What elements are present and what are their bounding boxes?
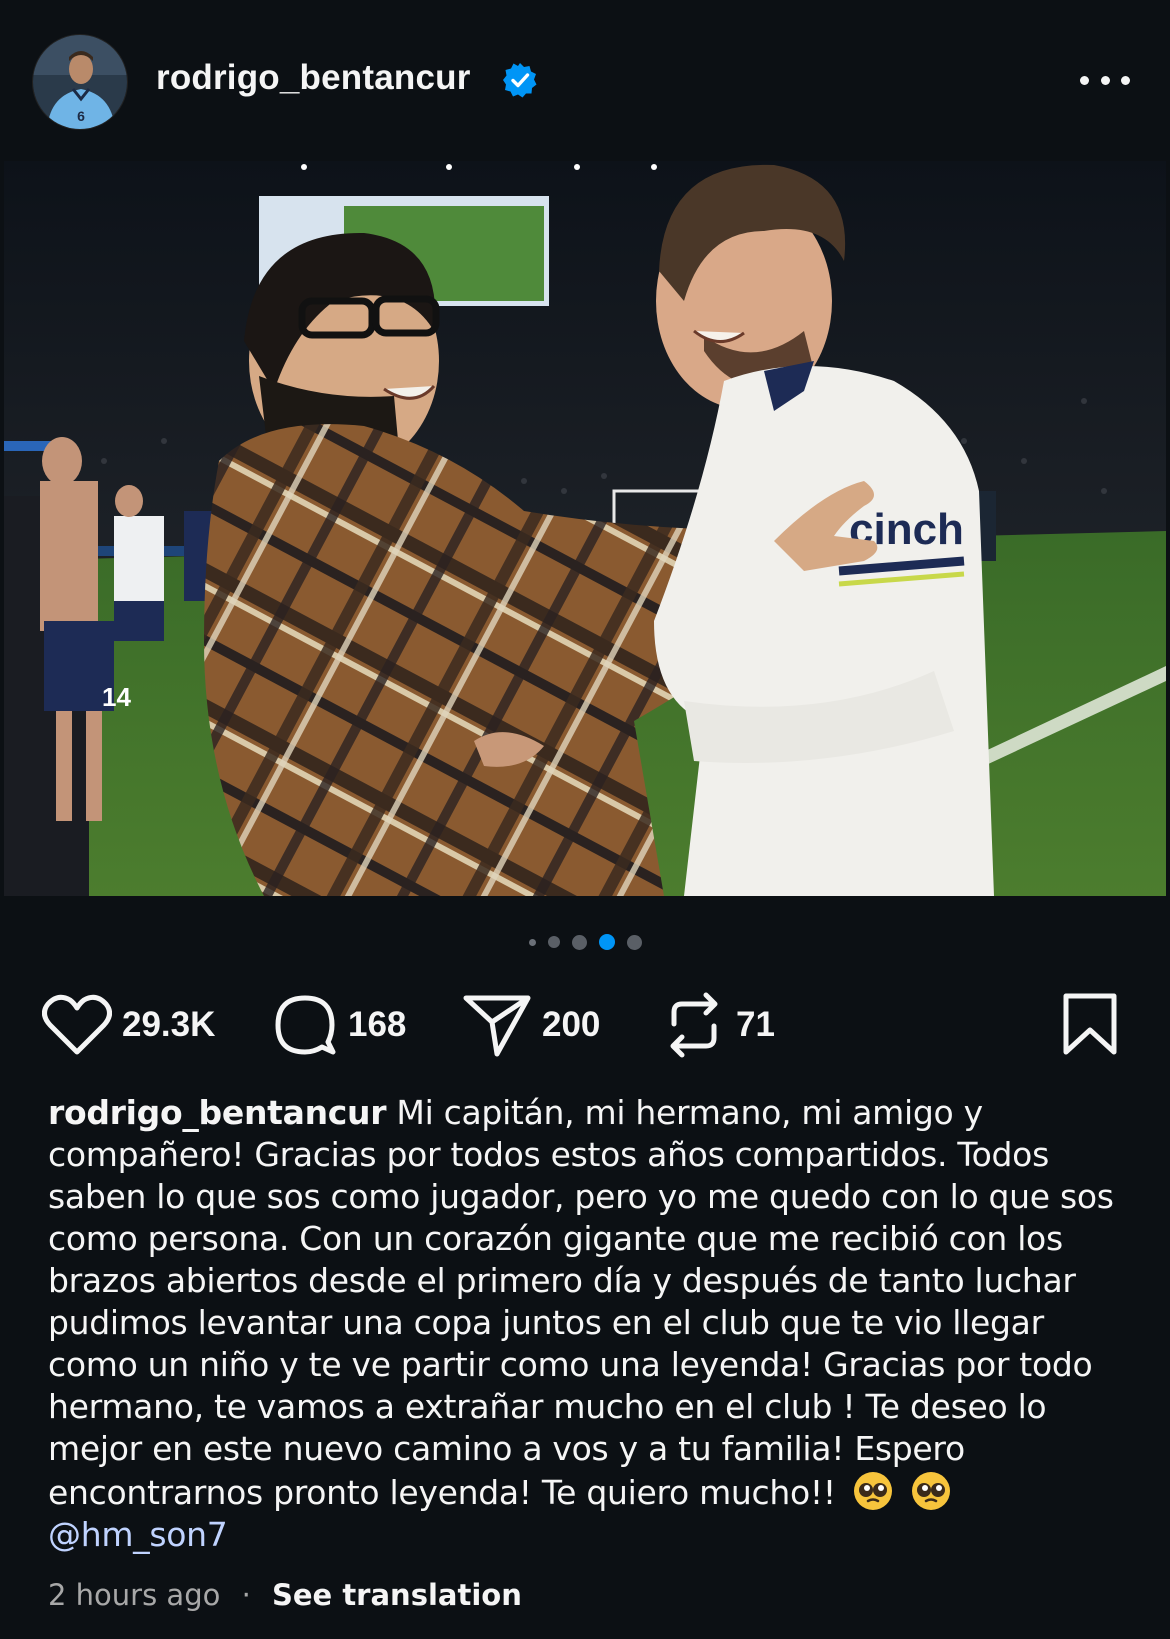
share-action: 200 (462, 990, 600, 1060)
more-dot (1121, 75, 1130, 85)
carousel-dot (547, 936, 560, 948)
carousel-dot (528, 938, 536, 946)
like-action: 29.3K (42, 990, 215, 1060)
pleading-face-icon (910, 1470, 952, 1512)
like-count[interactable]: 29.3K (122, 1005, 215, 1045)
more-options-button[interactable] (1080, 62, 1130, 98)
heart-icon[interactable] (42, 990, 114, 1060)
post-meta: 2 hours ago · See translation (48, 1578, 522, 1612)
bookmark-icon[interactable] (1060, 992, 1120, 1056)
carousel-dot-active (598, 934, 615, 950)
verified-badge-icon (502, 62, 538, 98)
post-username[interactable]: rodrigo_bentancur (156, 58, 471, 98)
comment-icon[interactable] (272, 990, 344, 1060)
share-count[interactable]: 200 (542, 1005, 600, 1045)
post-caption: rodrigo_bentancur Mi capitán, mi hermano… (48, 1092, 1128, 1556)
carousel-dot (626, 934, 642, 950)
caption-username[interactable]: rodrigo_bentancur (48, 1093, 387, 1132)
action-bar: 29.3K 168 200 71 (0, 990, 1170, 1060)
avatar[interactable]: 6 (32, 34, 128, 130)
repost-count[interactable]: 71 (736, 1005, 775, 1045)
more-dot (1080, 75, 1089, 85)
post-header: 6 rodrigo_bentancur (0, 0, 1170, 160)
comment-count[interactable]: 168 (348, 1005, 406, 1045)
caption-text: Mi capitán, mi hermano, mi amigo y compa… (48, 1093, 1114, 1512)
carousel-dot (571, 934, 587, 950)
post-timestamp: 2 hours ago (48, 1578, 221, 1612)
see-translation-button[interactable]: See translation (272, 1578, 522, 1612)
pleading-face-icon (852, 1470, 894, 1512)
meta-separator: · (241, 1578, 251, 1612)
shorts-number: 14 (102, 682, 131, 712)
comment-action: 168 (272, 990, 406, 1060)
caption-mention[interactable]: @hm_son7 (48, 1514, 1128, 1556)
more-dot (1100, 75, 1110, 85)
send-icon[interactable] (462, 990, 534, 1060)
avatar-jersey-number: 6 (77, 108, 85, 124)
repost-action: 71 (664, 990, 775, 1060)
repost-icon[interactable] (664, 990, 736, 1060)
post-photo[interactable]: 14 cinch (4, 161, 1166, 896)
carousel-indicator (0, 932, 1170, 952)
